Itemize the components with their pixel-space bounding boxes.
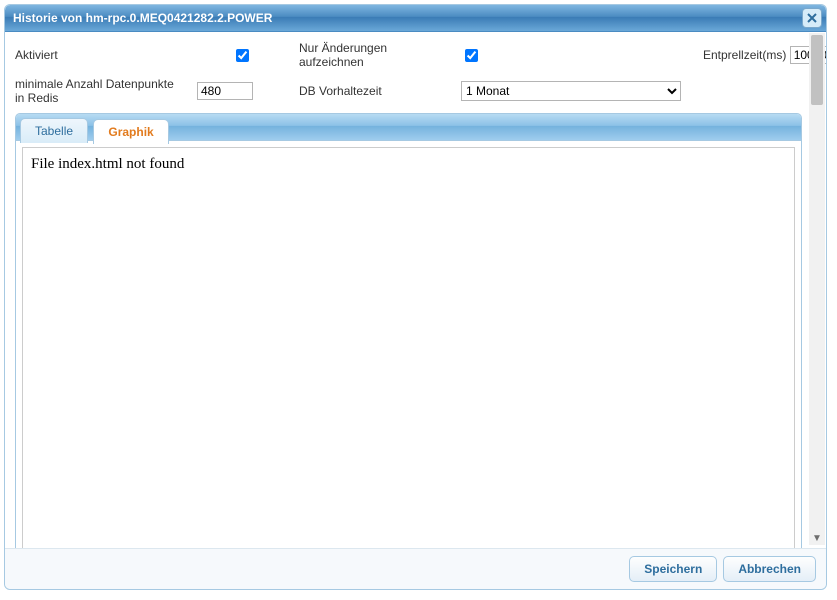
enabled-checkbox[interactable] bbox=[201, 49, 284, 62]
enabled-label: Aktiviert bbox=[15, 48, 185, 62]
retention-label: DB Vorhaltezeit bbox=[299, 84, 449, 98]
scrollbar-thumb[interactable] bbox=[811, 35, 823, 105]
dialog-footer: Speichern Abbrechen bbox=[5, 548, 826, 589]
tab-graph[interactable]: Graphik bbox=[93, 119, 168, 144]
changes-only-checkbox[interactable] bbox=[465, 49, 478, 62]
min-points-label: minimale Anzahl Datenpunkte in Redis bbox=[15, 77, 185, 105]
scroll-down-icon[interactable]: ▼ bbox=[809, 530, 825, 546]
dialog-titlebar: Historie von hm-rpc.0.MEQ0421282.2.POWER bbox=[5, 5, 826, 32]
scrollbar[interactable]: ▲ ▼ bbox=[809, 33, 825, 545]
dialog-body: Aktiviert Nur Änderungen aufzeichnen Ent… bbox=[5, 33, 826, 545]
save-button[interactable]: Speichern bbox=[629, 556, 717, 582]
graph-panel: File index.html not found bbox=[22, 147, 795, 552]
debounce-label: Entprellzeit(ms) bbox=[703, 48, 786, 62]
cancel-button[interactable]: Abbrechen bbox=[723, 556, 816, 582]
close-icon bbox=[807, 13, 817, 23]
close-button[interactable] bbox=[802, 8, 822, 28]
error-message: File index.html not found bbox=[31, 156, 184, 172]
dialog-title: Historie von hm-rpc.0.MEQ0421282.2.POWER bbox=[13, 11, 272, 25]
tab-bar: Tabelle Graphik bbox=[16, 114, 801, 141]
changes-only-label: Nur Änderungen aufzeichnen bbox=[299, 41, 449, 69]
tab-container: Tabelle Graphik File index.html not foun… bbox=[15, 113, 802, 559]
retention-select[interactable]: 1 Monat bbox=[461, 81, 681, 101]
min-points-input[interactable] bbox=[197, 82, 253, 100]
history-dialog: Historie von hm-rpc.0.MEQ0421282.2.POWER… bbox=[4, 4, 827, 590]
settings-grid: Aktiviert Nur Änderungen aufzeichnen Ent… bbox=[15, 41, 802, 105]
tab-table[interactable]: Tabelle bbox=[20, 118, 88, 143]
tab-content: File index.html not found bbox=[16, 141, 801, 558]
